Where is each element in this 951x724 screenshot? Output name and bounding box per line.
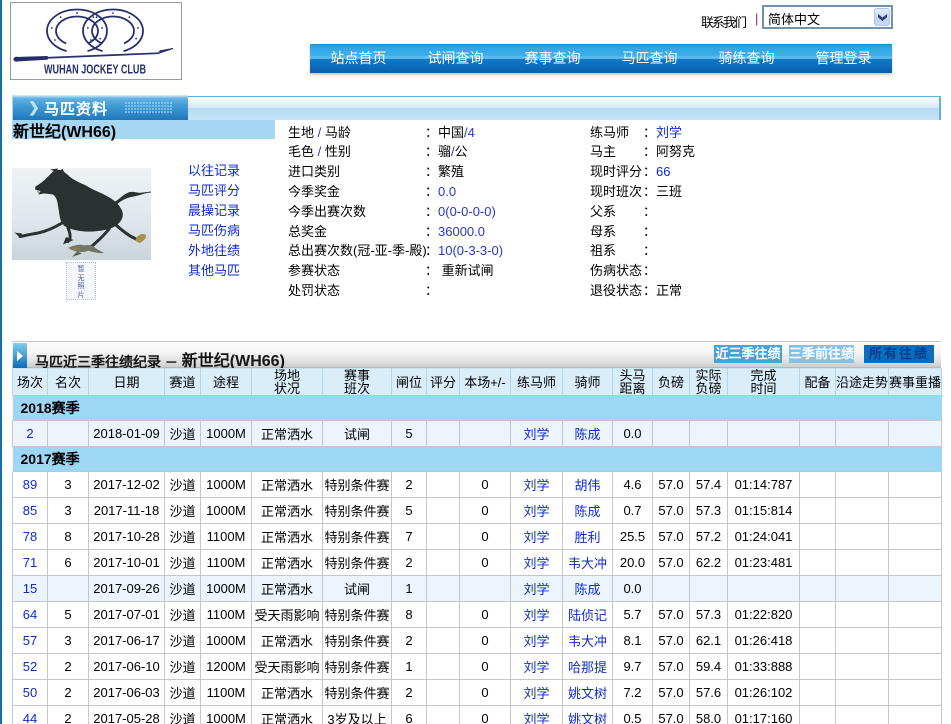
svg-text:WUHAN JOCKEY CLUB: WUHAN JOCKEY CLUB <box>44 63 146 77</box>
